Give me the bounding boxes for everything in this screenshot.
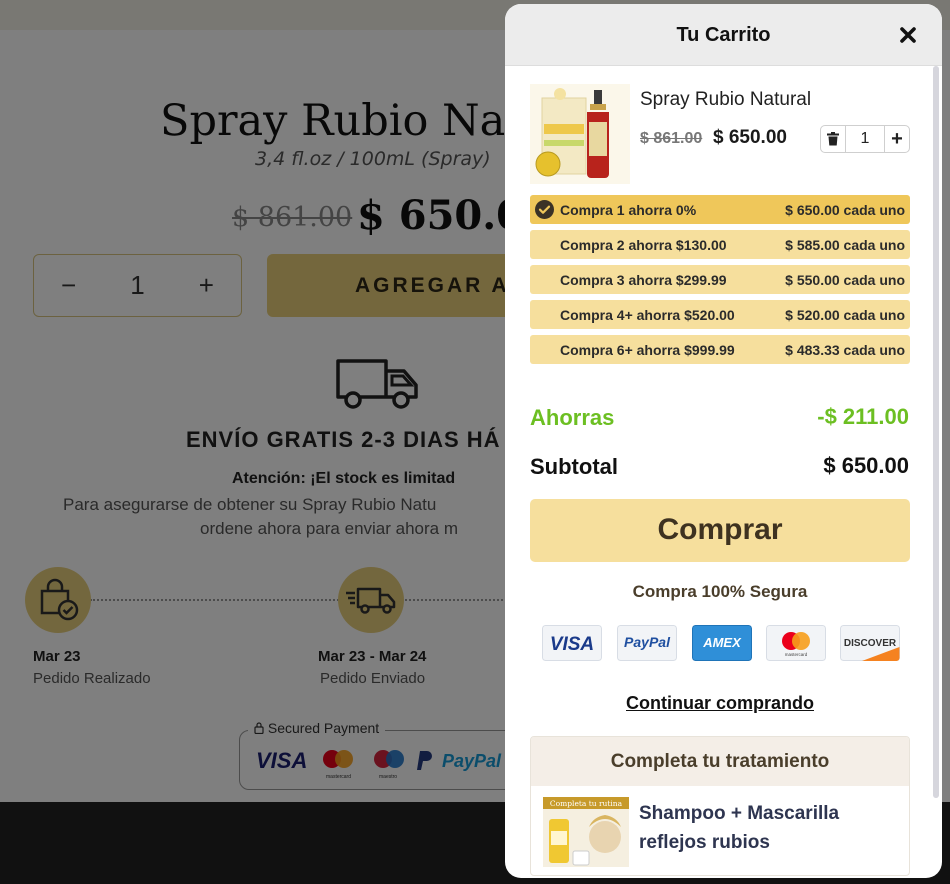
discount-tier[interactable]: Compra 4+ ahorra $520.00 $ 520.00 cada u… (530, 300, 910, 329)
upsell-header: Completa tu tratamiento (531, 737, 909, 786)
cart-header: Tu Carrito (505, 4, 942, 66)
cart-item-quantity[interactable]: 1 (846, 126, 884, 152)
scrollbar-thumb[interactable] (933, 66, 939, 798)
mastercard-card-icon: mastercard (766, 625, 826, 661)
checkout-button[interactable]: Comprar (530, 499, 910, 562)
cart-item-quantity-stepper: 1 + (820, 125, 910, 153)
tier-label: Compra 1 ahorra 0% (560, 202, 697, 218)
upsell-image-caption: Completa tu rutina (550, 799, 623, 808)
subtotal-value: $ 650.00 (823, 453, 909, 478)
cart-item-price: $ 650.00 (713, 127, 787, 148)
discover-card-text: DISCOVER (844, 638, 897, 649)
discover-card-icon: DISCOVER (840, 625, 900, 661)
increase-quantity-button[interactable]: + (884, 126, 909, 152)
remove-item-button[interactable] (821, 126, 846, 152)
visa-card-icon: VISA (542, 625, 602, 661)
amex-card-icon: AMEX (692, 625, 752, 661)
discount-tier[interactable]: Compra 3 ahorra $299.99 $ 550.00 cada un… (530, 265, 910, 294)
tier-label: Compra 3 ahorra $299.99 (560, 272, 727, 288)
amex-card-text: AMEX (702, 635, 742, 650)
paypal-card-text: PayPal (624, 634, 671, 650)
cart-title: Tu Carrito (676, 24, 771, 46)
product-thumbnail[interactable] (530, 84, 630, 184)
cart-scrollbar[interactable] (933, 66, 939, 798)
continue-shopping-link[interactable]: Continuar comprando (505, 693, 935, 714)
trash-icon (827, 132, 839, 146)
visa-card-text: VISA (550, 634, 594, 655)
check-circle-icon (535, 200, 554, 219)
tier-price: $ 483.33 cada uno (785, 342, 905, 358)
tier-price: $ 550.00 cada uno (785, 272, 905, 288)
tier-price: $ 650.00 cada uno (785, 202, 905, 218)
subtotal-label: Subtotal (530, 454, 618, 479)
upsell-product-image[interactable]: Completa tu rutina (543, 797, 629, 867)
tier-label: Compra 6+ ahorra $999.99 (560, 342, 735, 358)
discount-tier[interactable]: Compra 2 ahorra $130.00 $ 585.00 cada un… (530, 230, 910, 259)
close-icon[interactable] (895, 22, 921, 48)
tier-price: $ 520.00 cada uno (785, 307, 905, 323)
discount-tier[interactable]: Compra 1 ahorra 0% $ 650.00 cada uno (530, 195, 910, 224)
cart-item-compare-price: $ 861.00 (640, 130, 703, 147)
quantity-discount-tiers: Compra 1 ahorra 0% $ 650.00 cada uno Com… (530, 195, 910, 370)
cart-drawer: Tu Carrito Spray Rubio Natural $ 861.00 … (505, 4, 942, 878)
discount-tier[interactable]: Compra 6+ ahorra $999.99 $ 483.33 cada u… (530, 335, 910, 364)
upsell-product-title[interactable]: Shampoo + Mascarilla reflejos rubios (639, 799, 899, 857)
cart-line-item: Spray Rubio Natural $ 861.00 $ 650.00 1 … (530, 84, 914, 184)
payment-cards: VISA PayPal AMEX mastercard DISCOVER (542, 625, 902, 662)
cart-item-name[interactable]: Spray Rubio Natural (640, 89, 811, 111)
paypal-card-icon: PayPal (617, 625, 677, 661)
savings-value: -$ 211.00 (817, 404, 909, 429)
mastercard-card-text: mastercard (785, 652, 808, 657)
secure-purchase-text: Compra 100% Segura (632, 582, 808, 601)
tier-label: Compra 2 ahorra $130.00 (560, 237, 727, 253)
savings-label: Ahorras (530, 405, 615, 430)
upsell-section: Completa tu tratamiento Completa tu ruti… (530, 736, 910, 876)
tier-label: Compra 4+ ahorra $520.00 (560, 307, 735, 323)
tier-price: $ 585.00 cada uno (785, 237, 905, 253)
